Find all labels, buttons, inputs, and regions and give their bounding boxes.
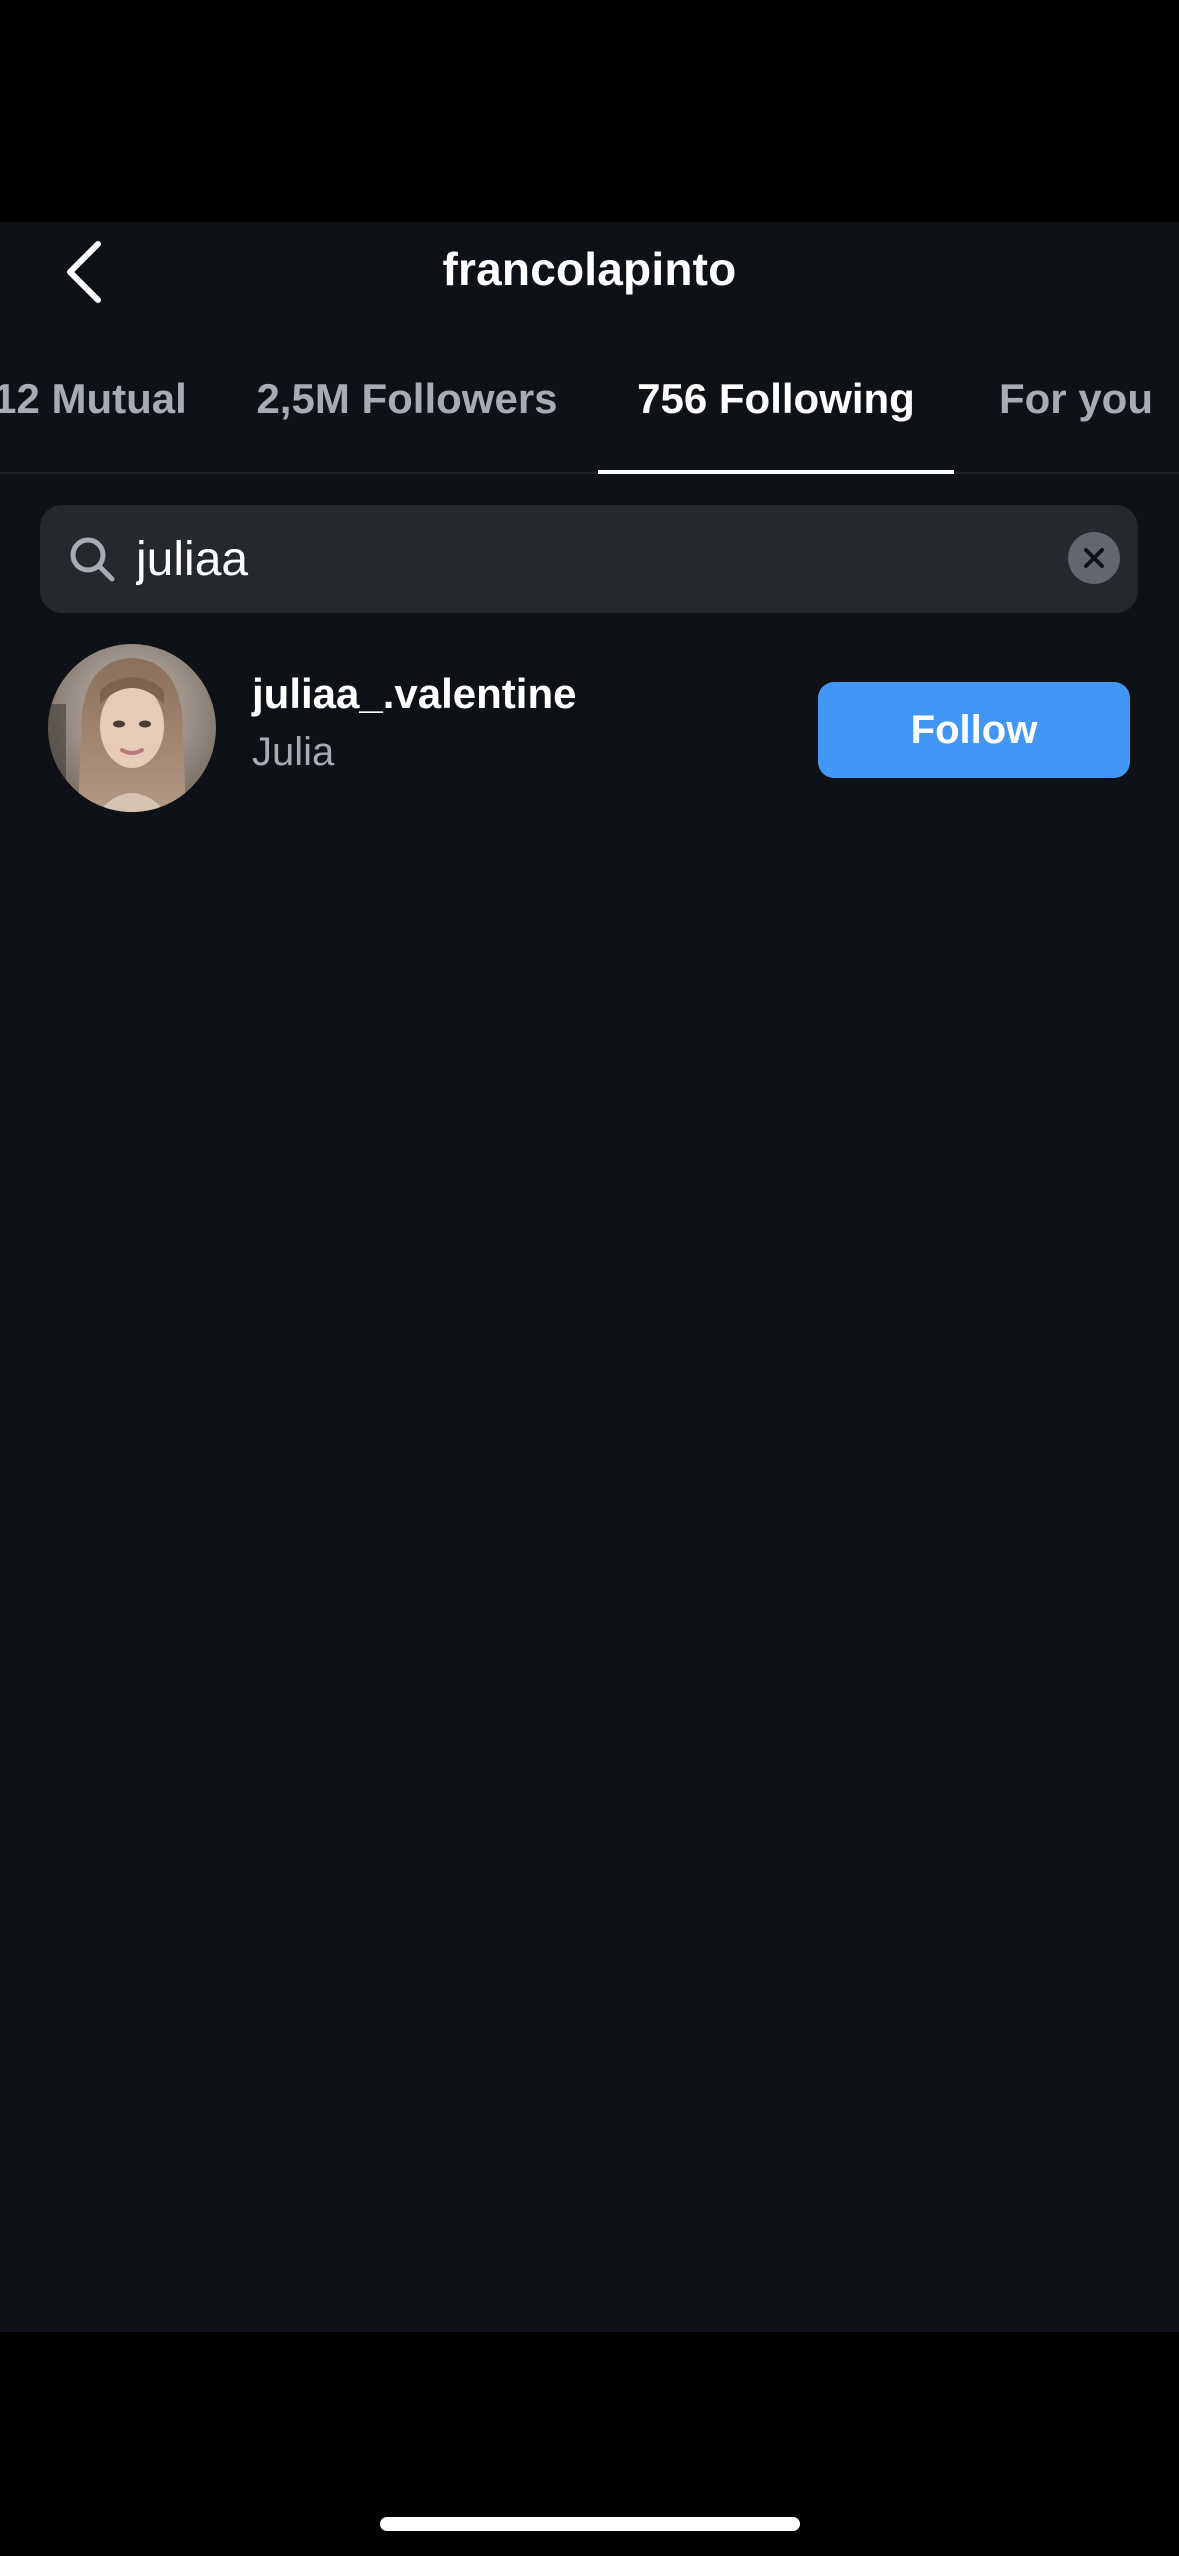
follow-button[interactable]: Follow	[818, 682, 1130, 778]
header: francolapinto	[0, 222, 1179, 326]
tab-followers[interactable]: 2,5M Followers	[246, 326, 568, 472]
clear-icon	[1084, 548, 1104, 568]
full-name: Julia	[252, 730, 335, 774]
profile-photo	[48, 644, 216, 812]
home-indicator[interactable]	[380, 2517, 800, 2531]
page-title: francolapinto	[442, 243, 737, 295]
tab-bar: 12 Mutual 2,5M Followers 756 Following F…	[0, 326, 1179, 474]
following-screen: francolapinto 12 Mutual 2,5M Followers 7…	[0, 222, 1179, 2332]
search-input[interactable]	[136, 505, 1036, 613]
user-list-item[interactable]: juliaa_.valentine Julia Follow	[0, 642, 1179, 818]
tab-following[interactable]: 756 Following	[598, 326, 954, 474]
clear-search-button[interactable]	[1068, 532, 1120, 584]
avatar[interactable]	[48, 644, 216, 812]
tab-mutual[interactable]: 12 Mutual	[0, 326, 188, 472]
tab-following-label: 756 Following	[637, 375, 915, 422]
search-icon	[70, 537, 115, 582]
username: juliaa_.valentine	[252, 670, 577, 717]
search-bar	[40, 505, 1138, 613]
tab-for-you[interactable]: For you	[986, 326, 1166, 472]
active-tab-indicator	[598, 470, 954, 474]
